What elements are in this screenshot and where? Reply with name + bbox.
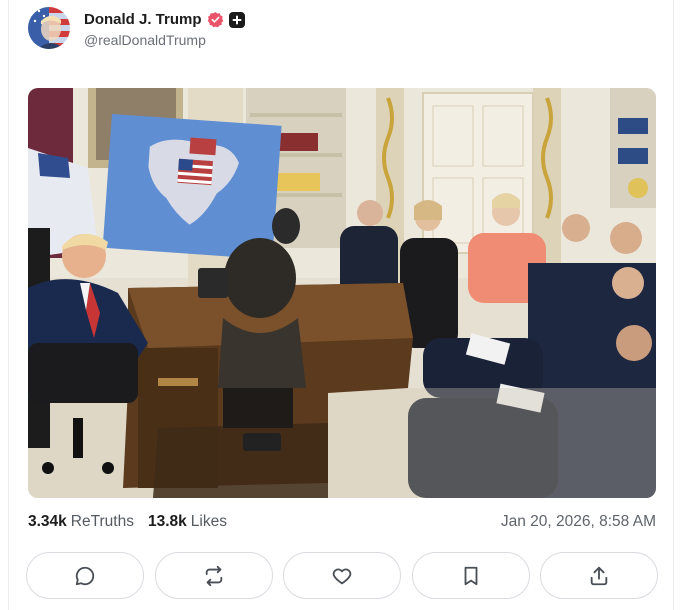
bookmark-button[interactable] — [411, 552, 530, 599]
comment-icon — [75, 566, 95, 585]
post-card: Donald J. Trump @realDonaldTrump 3.34k R… — [0, 0, 688, 610]
plus-badge-icon — [228, 11, 245, 28]
heart-icon — [332, 567, 352, 584]
share-button[interactable] — [540, 552, 658, 599]
post-actions — [26, 552, 658, 600]
post-header: Donald J. Trump @realDonaldTrump — [28, 6, 245, 50]
likes-label: Likes — [190, 513, 227, 530]
like-button[interactable] — [283, 552, 401, 599]
likes-stat[interactable]: 13.8k Likes — [148, 513, 227, 531]
author-handle[interactable]: @realDonaldTrump — [84, 32, 245, 48]
verified-badge-icon — [207, 11, 224, 28]
retruths-label: ReTruths — [70, 513, 134, 530]
retruths-count: 3.34k — [28, 513, 67, 530]
post-timestamp[interactable]: Jan 20, 2026, 8:58 AM — [501, 513, 656, 531]
author-display-name[interactable]: Donald J. Trump — [84, 11, 202, 28]
retruth-button[interactable] — [154, 552, 273, 599]
share-icon — [590, 566, 608, 585]
likes-count: 13.8k — [147, 513, 187, 530]
repost-icon — [205, 565, 222, 586]
retruths-stat[interactable]: 3.34k ReTruths — [28, 513, 134, 531]
reply-button[interactable] — [26, 552, 144, 599]
author-names: Donald J. Trump @realDonaldTrump — [84, 9, 245, 48]
post-stats: 3.34k ReTruths 13.8k Likes Jan 20, 2026, 8… — [28, 512, 656, 532]
bookmark-icon — [464, 566, 477, 585]
post-photo[interactable] — [28, 88, 656, 498]
avatar[interactable] — [28, 7, 70, 49]
author-name-row: Donald J. Trump — [84, 9, 245, 31]
